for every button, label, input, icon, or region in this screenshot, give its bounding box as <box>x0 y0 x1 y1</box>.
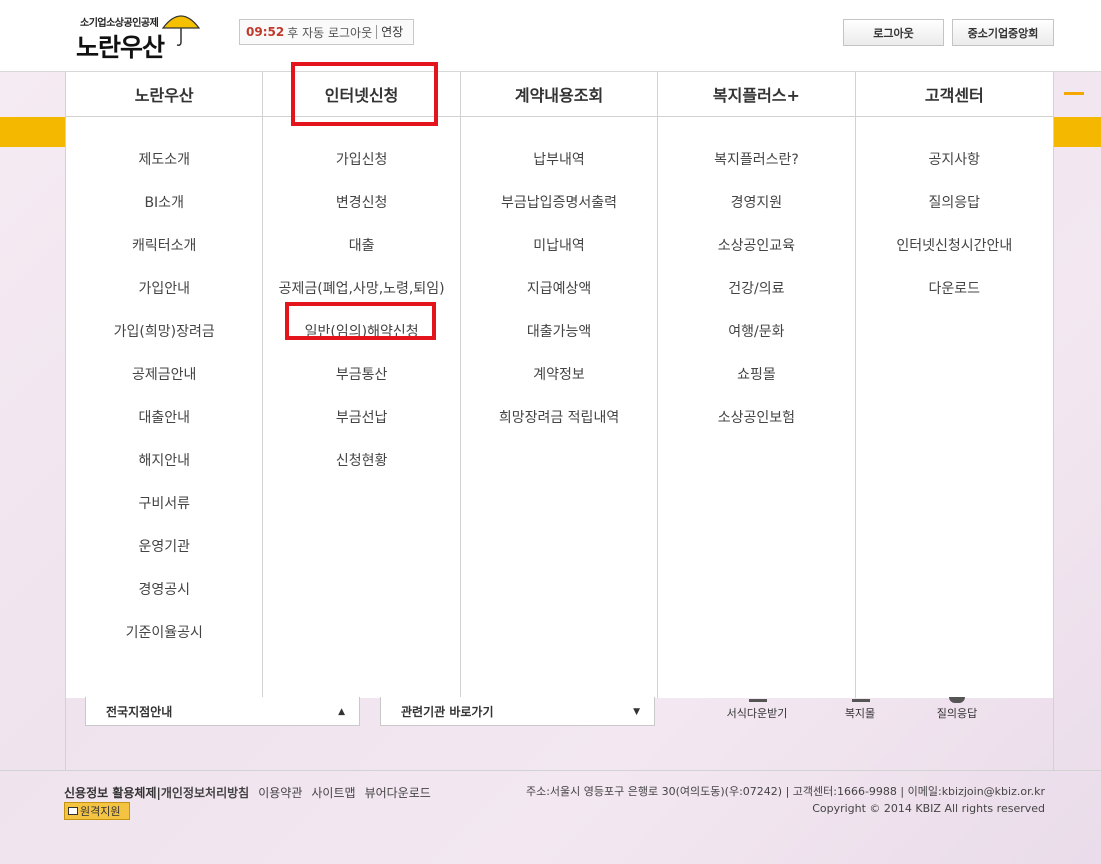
menu-item[interactable]: 다운로드 <box>856 266 1053 309</box>
menu-item[interactable]: 제도소개 <box>66 137 262 180</box>
menu-item[interactable]: 해지안내 <box>66 438 262 481</box>
chat-icon <box>949 697 965 703</box>
menu-item[interactable]: 복지플러스란? <box>658 137 854 180</box>
menu-item[interactable]: 신청현황 <box>263 438 459 481</box>
triangle-down-icon: ▼ <box>633 707 640 717</box>
monitor-icon <box>68 807 78 815</box>
quick-link-forms[interactable]: 서식다운받기 <box>717 699 797 721</box>
footer-address: 주소:서울시 영등포구 은행로 30(여의도동)(우:07242) | 고객센터… <box>525 785 1045 798</box>
mega-menu: 노란우산 제도소개 BI소개 캐릭터소개 가입안내 가입(희망)장려금 공제금안… <box>65 72 1054 698</box>
related-sites-select[interactable]: 관련기관 바로가기 ▼ <box>380 697 655 726</box>
document-icon <box>749 699 767 702</box>
kbiz-link-button[interactable]: 중소기업중앙회 <box>952 19 1054 46</box>
menu-head-noran[interactable]: 노란우산 <box>66 72 263 117</box>
menu-head-contract[interactable]: 계약내용조회 <box>460 72 658 117</box>
menu-item[interactable]: 대출안내 <box>66 395 262 438</box>
menu-item[interactable]: 계약정보 <box>461 352 657 395</box>
quick-links-section: 전국지점안내 ▲ 관련기관 바로가기 ▼ 서식다운받기 복지몰 질의응답 <box>65 697 1054 771</box>
quick-link-qna[interactable]: 질의응답 <box>917 697 997 721</box>
logo-subtitle: 소기업소상공인공제 <box>80 18 159 29</box>
menu-head-support[interactable]: 고객센터 <box>855 72 1054 117</box>
menu-item[interactable]: 경영지원 <box>658 180 854 223</box>
menu-item[interactable]: 건강/의료 <box>658 266 854 309</box>
menu-item[interactable]: 여행/문화 <box>658 309 854 352</box>
menu-item[interactable]: 부금통산 <box>263 352 459 395</box>
menu-item[interactable]: 가입신청 <box>263 137 459 180</box>
menu-item[interactable]: 캐릭터소개 <box>66 223 262 266</box>
session-time: 09:52 <box>246 25 285 39</box>
footer-links: 신용정보 활용체제 |개인정보처리방침 이용약관 사이트맵 뷰어다운로드 <box>64 784 440 801</box>
header: 소기업소상공인공제 노란우산 09:52 후 자동 로그아웃 연장 로그아웃 중… <box>0 0 1101 72</box>
menu-item[interactable]: 경영공시 <box>66 567 262 610</box>
menu-column-support: 고객센터 공지사항 질의응답 인터넷신청시간안내 다운로드 <box>855 72 1054 698</box>
privacy-policy-link[interactable]: |개인정보처리방침 <box>157 784 250 801</box>
privacy-policy-label: 개인정보처리방침 <box>160 786 250 800</box>
menu-item[interactable]: 공제금(폐업,사망,노령,퇴임) <box>263 266 459 309</box>
quick-link-qna-label: 질의응답 <box>936 707 978 720</box>
umbrella-icon <box>161 15 201 46</box>
cart-icon <box>852 699 870 702</box>
menu-item[interactable]: 쇼핑몰 <box>658 352 854 395</box>
menu-column-contract: 계약내용조회 납부내역 부금납입증명서출력 미납내역 지급예상액 대출가능액 계… <box>460 72 659 698</box>
menu-item[interactable]: 변경신청 <box>263 180 459 223</box>
viewer-download-link[interactable]: 뷰어다운로드 <box>365 784 431 801</box>
menu-item-termination[interactable]: 일반(임의)해약신청 <box>263 309 459 352</box>
terms-link[interactable]: 이용약관 <box>258 784 302 801</box>
menu-item[interactable]: 부금선납 <box>263 395 459 438</box>
footer-info: 주소:서울시 영등포구 은행로 30(여의도동)(우:07242) | 고객센터… <box>526 783 1045 817</box>
menu-item[interactable]: 운영기관 <box>66 524 262 567</box>
menu-item[interactable]: 희망장려금 적립내역 <box>461 395 657 438</box>
menu-item[interactable]: 납부내역 <box>461 137 657 180</box>
triangle-up-icon: ▲ <box>338 707 345 717</box>
menu-close-icon[interactable] <box>1064 92 1084 95</box>
credit-info-link[interactable]: 신용정보 활용체제 <box>64 784 157 801</box>
session-text: 후 자동 로그아웃 <box>287 25 373 40</box>
menu-item[interactable]: 구비서류 <box>66 481 262 524</box>
quick-link-mall-label: 복지몰 <box>844 707 876 720</box>
session-extend-button[interactable]: 연장 <box>376 25 403 39</box>
menu-item[interactable]: BI소개 <box>66 180 262 223</box>
sitemap-link[interactable]: 사이트맵 <box>311 784 355 801</box>
remote-support-label: 원격지원 <box>80 805 121 818</box>
logo-title: 노란우산 <box>76 33 165 62</box>
related-sites-label: 관련기관 바로가기 <box>401 704 494 719</box>
quick-link-forms-label: 서식다운받기 <box>726 707 788 720</box>
menu-item[interactable]: 공지사항 <box>856 137 1053 180</box>
menu-item[interactable]: 인터넷신청시간안내 <box>856 223 1053 266</box>
remote-support-button[interactable]: 원격지원 <box>64 802 130 820</box>
footer-copyright: Copyright © 2014 KBIZ All rights reserve… <box>812 802 1045 815</box>
menu-column-welfare: 복지플러스+ 복지플러스란? 경영지원 소상공인교육 건강/의료 여행/문화 쇼… <box>658 72 856 698</box>
menu-item[interactable]: 지급예상액 <box>461 266 657 309</box>
branch-select-label: 전국지점안내 <box>106 704 173 719</box>
menu-item[interactable]: 공제금안내 <box>66 352 262 395</box>
quick-link-mall[interactable]: 복지몰 <box>820 699 900 721</box>
menu-column-internet: 인터넷신청 가입신청 변경신청 대출 공제금(폐업,사망,노령,퇴임) 일반(임… <box>263 72 461 698</box>
logo[interactable]: 소기업소상공인공제 노란우산 <box>76 8 206 64</box>
logout-button[interactable]: 로그아웃 <box>843 19 944 46</box>
menu-item[interactable]: 가입안내 <box>66 266 262 309</box>
menu-item[interactable]: 기준이율공시 <box>66 610 262 653</box>
menu-head-welfare[interactable]: 복지플러스+ <box>658 72 855 117</box>
menu-item[interactable]: 부금납입증명서출력 <box>461 180 657 223</box>
menu-item[interactable]: 미납내역 <box>461 223 657 266</box>
menu-item[interactable]: 질의응답 <box>856 180 1053 223</box>
menu-head-internet[interactable]: 인터넷신청 <box>263 72 460 117</box>
menu-item[interactable]: 소상공인보험 <box>658 395 854 438</box>
menu-item[interactable]: 소상공인교육 <box>658 223 854 266</box>
menu-item[interactable]: 가입(희망)장려금 <box>66 309 262 352</box>
menu-column-noran: 노란우산 제도소개 BI소개 캐릭터소개 가입안내 가입(희망)장려금 공제금안… <box>66 72 264 698</box>
branch-select[interactable]: 전국지점안내 ▲ <box>85 697 360 726</box>
menu-item[interactable]: 대출 <box>263 223 459 266</box>
session-timer: 09:52 후 자동 로그아웃 연장 <box>239 19 414 45</box>
menu-item[interactable]: 대출가능액 <box>461 309 657 352</box>
footer-divider <box>0 770 1101 771</box>
